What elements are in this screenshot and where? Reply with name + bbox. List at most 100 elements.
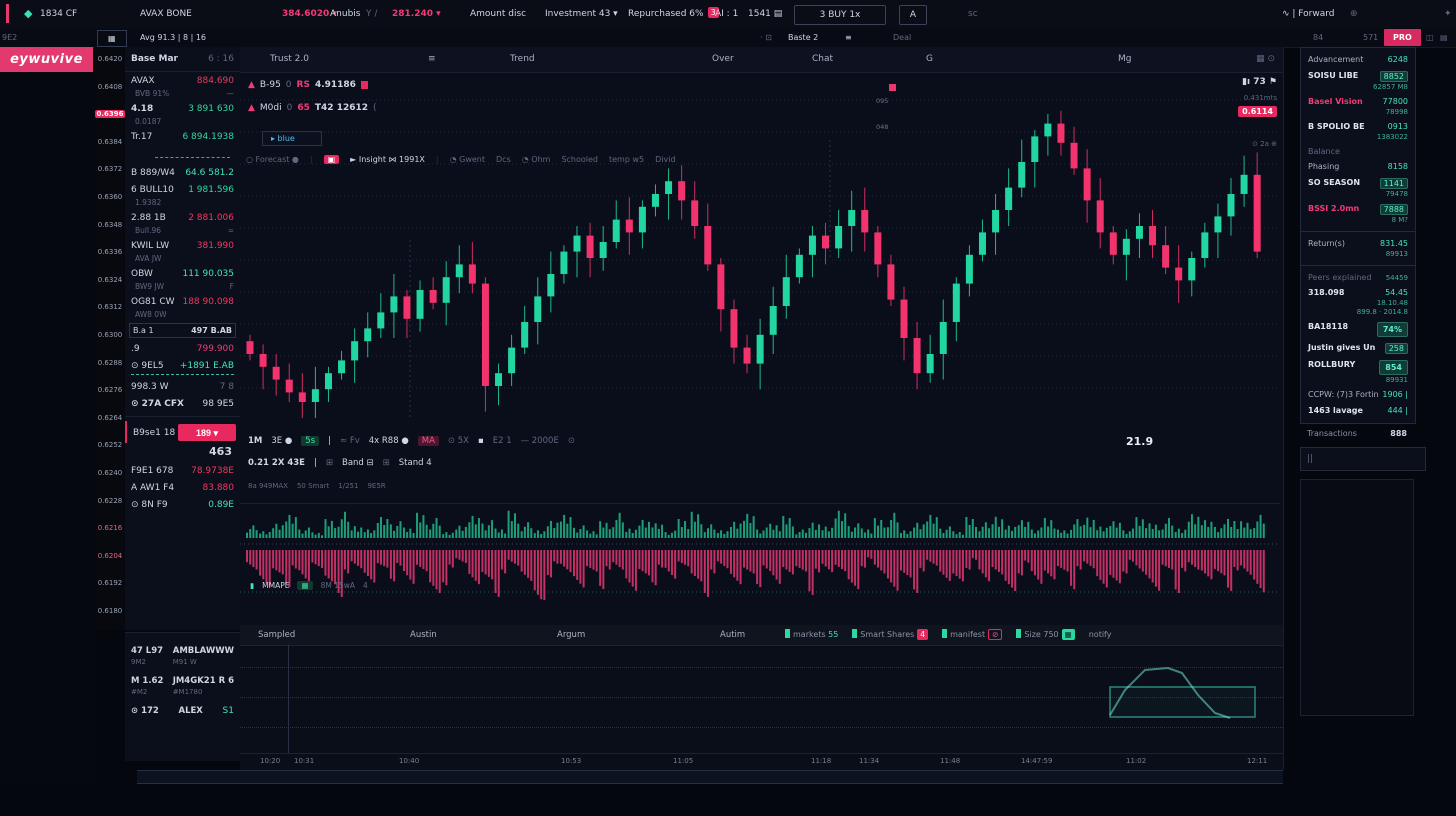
chart-tab[interactable]: G: [926, 47, 933, 72]
chart-tab[interactable]: Trust 2.0: [270, 47, 309, 72]
subbar-item[interactable]: ▦: [97, 30, 127, 47]
watchlist-row[interactable]: .9799.900: [125, 340, 240, 357]
stat-row[interactable]: BSSI 2.0mn78888 M?: [1301, 201, 1415, 227]
watchlist-row[interactable]: 2.88 1B2 881.006: [125, 209, 240, 226]
stat-row[interactable]: BA1811874%: [1301, 319, 1415, 340]
topbar-item[interactable]: 384.6020 ▾: [282, 0, 337, 28]
watchlist-row[interactable]: 4.183 891 630: [125, 100, 240, 117]
watchlist-row[interactable]: OG81 CW188 90.098: [125, 293, 240, 310]
search-input[interactable]: ||: [1300, 447, 1426, 471]
stat-row[interactable]: SOISU LIBE885262857 M8: [1301, 68, 1415, 94]
subbar-item[interactable]: ◫: [1426, 28, 1434, 47]
subbar-item[interactable]: 571: [1363, 28, 1378, 47]
topbar-item[interactable]: AI : 1: [715, 0, 738, 28]
watchlist-row[interactable]: KWIL LW381.990: [125, 237, 240, 254]
position-row[interactable]: 47 L979M2AMBLAWWWM91 W: [125, 641, 240, 671]
stat-item: 50 Smart: [297, 482, 329, 490]
topbar-item[interactable]: ∿ | Forward: [1282, 0, 1335, 28]
price-tick: 0.6408: [95, 83, 125, 91]
filter-chip[interactable]: Smart Shares4: [852, 625, 928, 645]
topbar-item[interactable]: 281.240 ▾: [392, 0, 441, 28]
volume-chart[interactable]: [240, 503, 1280, 600]
topbar-item[interactable]: Repurchased 6%3: [628, 0, 719, 28]
filter-chip[interactable]: manifest⊘: [942, 625, 1002, 645]
topbar-item[interactable]: Investment 43 ▾: [545, 0, 618, 28]
filter-chip[interactable]: markets 55: [785, 625, 838, 645]
position-row[interactable]: M 1.62#M2JM4GK21 R 6#M1780: [125, 671, 240, 701]
watchlist-row[interactable]: OBW111 90.035: [125, 265, 240, 282]
watchlist-boxed-row[interactable]: B.a 1497 B.AB: [129, 323, 236, 338]
stat-row[interactable]: SO SEASON114179478: [1301, 175, 1415, 201]
topbar-item[interactable]: Amount disc: [470, 0, 526, 28]
position-row[interactable]: ⊙ 172ALEXS1: [125, 701, 240, 721]
topbar-item[interactable]: A: [899, 5, 927, 25]
watchlist-row[interactable]: Tr.176 894.1938: [125, 128, 240, 145]
subbar-item[interactable]: Avg 91.3 | 8 | 16: [140, 28, 206, 47]
topbar-item[interactable]: 3 BUY 1x: [794, 5, 886, 25]
chart-tab[interactable]: Mg: [1118, 47, 1131, 72]
stat-row[interactable]: Justin gives Un258: [1301, 340, 1415, 357]
asset-name: B 889/W4: [131, 168, 175, 178]
pro-tab[interactable]: PRO: [1384, 29, 1421, 46]
topbar-item[interactable]: Y /: [366, 0, 377, 28]
price-tick: 0.6252: [95, 441, 125, 449]
stat-row[interactable]: Basel Vision7780078998: [1301, 94, 1415, 119]
buy-button[interactable]: 189 ▾: [178, 424, 236, 441]
table-column-header[interactable]: Sampled: [258, 625, 295, 645]
stat-row[interactable]: 1463 lavage444 |: [1301, 403, 1415, 419]
table-column-header[interactable]: Autim: [720, 625, 745, 645]
subbar-item[interactable]: ▤: [1440, 28, 1448, 47]
topbar-item[interactable]: 1541 ▤: [748, 0, 782, 28]
watchlist-row[interactable]: ⊙ 27A CFX98 9E5: [125, 395, 240, 412]
filter-chip[interactable]: Size 750▦: [1016, 625, 1074, 645]
watchlist-row[interactable]: ⊙ 9EL5+1891 E.AB: [125, 357, 240, 374]
table-column-header[interactable]: Argum: [557, 625, 585, 645]
chart-tab[interactable]: Trend: [510, 47, 535, 72]
stat-row[interactable]: CCPW: (7)3 Fortin1906 |: [1301, 387, 1415, 403]
watchlist-row[interactable]: F9E1 67878.9738E: [125, 462, 240, 479]
stat-row[interactable]: Peers explained54459: [1301, 270, 1415, 285]
watchlist-row[interactable]: B 889/W464.6 581.2: [125, 164, 240, 181]
subbar-item[interactable]: 84: [1313, 28, 1323, 47]
topbar-item[interactable]: 1834 CF: [40, 0, 77, 28]
chart-tab[interactable]: ≡: [428, 47, 436, 72]
topbar-item[interactable]: sc: [968, 0, 978, 28]
watchlist-subrow: BVB 91%—: [125, 89, 240, 100]
watchlist-row[interactable]: 6 BULL101 981.596: [125, 181, 240, 198]
watchlist-row[interactable]: A AW1 F483.880: [125, 479, 240, 496]
stat-row[interactable]: B SPOLIO BE09131383022: [1301, 119, 1415, 144]
chart-tab[interactable]: Over: [712, 47, 734, 72]
topbar-item[interactable]: ⊕: [1350, 0, 1358, 28]
stat-values: 78888 M?: [1380, 204, 1408, 224]
brand-logo[interactable]: eywuvive: [0, 47, 93, 72]
timeframe-item: MA: [418, 436, 439, 446]
table-column-header[interactable]: Austin: [410, 625, 437, 645]
subbar-item[interactable]: · ⊡: [760, 28, 772, 47]
watchlist-row[interactable]: ⊙ 8N F90.89E: [125, 496, 240, 513]
bottom-strip[interactable]: [137, 770, 1283, 784]
stat-row[interactable]: Phasing8158: [1301, 159, 1415, 175]
subbar-item[interactable]: 9E2: [2, 28, 17, 47]
event-marker-icon[interactable]: [889, 84, 896, 91]
stat-row[interactable]: 318.09854.4518.10.48899.8 · 2014.8: [1301, 285, 1415, 319]
subbar-item[interactable]: ≡: [845, 28, 852, 47]
filter-chip[interactable]: notify: [1089, 625, 1112, 645]
topbar-item[interactable]: Anubis: [330, 0, 360, 28]
topbar-item[interactable]: AVAX BONE: [140, 0, 192, 28]
stat-row[interactable]: Balance: [1301, 144, 1415, 159]
watchlist-row[interactable]: 998.3 W7 8: [125, 378, 240, 395]
candlestick-chart[interactable]: [240, 80, 1280, 432]
stat-row[interactable]: Advancement6248: [1301, 52, 1415, 68]
chart-header-icons[interactable]: ▦ ⊙: [1256, 47, 1275, 72]
chart-tab[interactable]: Chat: [812, 47, 833, 72]
price-tick: 0.6396: [95, 110, 125, 118]
subbar-item[interactable]: Deal: [893, 28, 911, 47]
stat-row[interactable]: Return(s)831.4589913: [1301, 236, 1415, 261]
stat-row[interactable]: ROLLBURY85489931: [1301, 357, 1415, 387]
price-scale[interactable]: 0.64200.64080.63960.63840.63720.63600.63…: [95, 47, 126, 630]
subbar-item[interactable]: Baste 2: [788, 28, 818, 47]
price-tick: 0.6240: [95, 469, 125, 477]
watchlist-row[interactable]: AVAX884.690: [125, 72, 240, 89]
asset-name: 2.88 1B: [131, 213, 166, 223]
topbar-item[interactable]: ✦: [1444, 0, 1452, 28]
